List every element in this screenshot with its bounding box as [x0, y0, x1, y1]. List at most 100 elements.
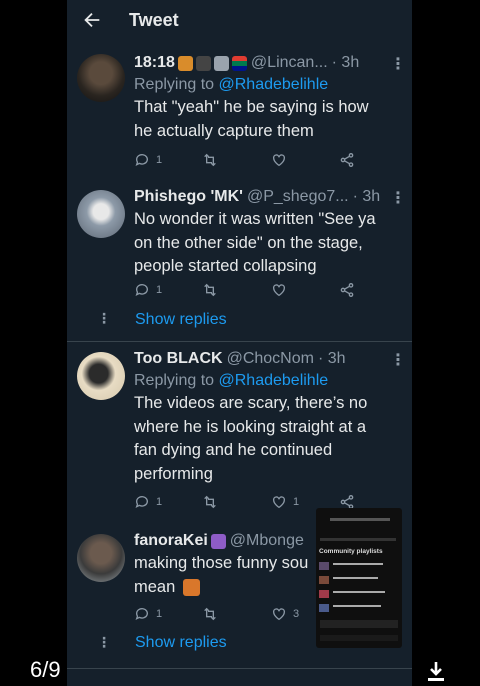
divider — [67, 668, 412, 669]
pip-bottom-nav — [320, 635, 398, 641]
pip-row-text — [333, 577, 378, 579]
replying-to-handle[interactable]: @Rhadebelihle — [219, 76, 329, 93]
like-button[interactable] — [271, 282, 287, 298]
reply-count: 1 — [156, 284, 163, 296]
show-replies-link[interactable]: Show replies — [135, 311, 227, 329]
page-title: Tweet — [129, 9, 179, 30]
reply-icon — [135, 154, 148, 166]
pip-heading: Community playlists — [319, 548, 383, 555]
replying-to: Replying to @Rhadebelihle — [134, 74, 404, 96]
thread-dots-icon: ⋮ — [97, 634, 111, 650]
tweet-actions: 1 — [134, 152, 374, 174]
tweet-header: Phishego 'MK' @P_shego7... · 3h — [134, 186, 404, 208]
heart-icon — [273, 608, 285, 621]
replying-to: Replying to @Rhadebelihle — [134, 370, 404, 392]
pip-thumbnail — [319, 562, 329, 570]
retweet-icon — [204, 607, 216, 621]
reply-icon — [135, 608, 148, 620]
heart-icon — [273, 154, 285, 167]
tweet-actions: 1 — [134, 282, 374, 304]
tweet-1[interactable]: 18:18 @Lincan... · 3h ⋮ Replying to @Rha… — [67, 52, 412, 180]
pip-thumbnail — [319, 576, 329, 584]
avatar[interactable] — [77, 190, 125, 238]
pisces-emoji-icon — [210, 533, 226, 549]
replying-prefix: Replying to — [134, 76, 215, 93]
pip-tabs — [320, 538, 396, 541]
divider — [67, 341, 412, 342]
more-dots-icon[interactable]: ⋮ — [390, 188, 406, 208]
share-button[interactable] — [339, 282, 355, 298]
top-bar: Tweet — [67, 0, 412, 40]
share-icon — [340, 283, 354, 297]
download-icon[interactable] — [426, 660, 446, 682]
display-name[interactable]: fanoraKei — [134, 530, 208, 552]
heart-icon — [273, 284, 285, 297]
display-name[interactable]: Too BLACK — [134, 348, 223, 370]
reply-button[interactable]: 1 — [134, 282, 162, 298]
pip-thumbnail — [319, 604, 329, 612]
timestamp: · 3h — [352, 188, 381, 205]
display-name[interactable]: 18:18 — [134, 52, 175, 74]
more-dots-icon[interactable]: ⋮ — [390, 54, 406, 74]
tweet-header: 18:18 @Lincan... · 3h — [134, 52, 404, 74]
retweet-button[interactable] — [202, 152, 218, 168]
reply-icon — [135, 496, 148, 508]
handle[interactable]: @Mbonge — [230, 530, 304, 552]
retweet-icon — [204, 283, 216, 297]
timestamp: · 3h — [317, 350, 346, 367]
handle[interactable]: @P_shego7... — [247, 186, 349, 208]
retweet-icon — [204, 153, 216, 167]
avatar[interactable] — [77, 352, 125, 400]
image-counter: 6/9 — [30, 657, 61, 682]
retweet-button[interactable] — [202, 494, 218, 510]
retweet-button[interactable] — [202, 606, 218, 622]
tweet-3[interactable]: Too BLACK @ChocNom · 3h ⋮ Replying to @R… — [67, 348, 412, 518]
back-arrow-icon[interactable] — [81, 9, 103, 31]
replying-to-handle[interactable]: @Rhadebelihle — [219, 372, 329, 389]
share-button[interactable] — [339, 152, 355, 168]
like-count: 3 — [293, 608, 300, 620]
tweet-2[interactable]: Phishego 'MK' @P_shego7... · 3h ⋮ No won… — [67, 186, 412, 336]
display-name[interactable]: Phishego 'MK' — [134, 186, 243, 208]
retweet-button[interactable] — [202, 282, 218, 298]
more-dots-icon[interactable]: ⋮ — [390, 350, 406, 370]
pip-top-text — [330, 518, 390, 521]
reply-count: 1 — [156, 154, 163, 166]
pip-row-text — [333, 563, 383, 565]
reply-count: 1 — [156, 496, 163, 508]
like-count: 1 — [293, 496, 300, 508]
pip-row-text — [333, 605, 381, 607]
avatar[interactable] — [77, 54, 125, 102]
show-replies-link[interactable]: Show replies — [135, 634, 227, 652]
tweet-text: No wonder it was written "See ya on the … — [134, 210, 376, 275]
timestamp: · 3h — [331, 54, 360, 71]
like-button[interactable]: 3 — [271, 606, 299, 622]
handle[interactable]: @Lincan... — [251, 52, 328, 74]
reply-icon — [135, 284, 148, 296]
bird-emoji-icon — [195, 55, 211, 71]
reply-button[interactable]: 1 — [134, 152, 162, 168]
tweet-text: The videos are scary, there’s no where h… — [134, 394, 368, 483]
retweet-icon — [204, 495, 216, 509]
replying-prefix: Replying to — [134, 372, 215, 389]
like-button[interactable]: 1 — [271, 494, 299, 510]
south-africa-flag-icon — [231, 55, 247, 71]
tweet-text-content: making those funny sou mean — [134, 554, 309, 596]
heart-icon — [273, 496, 285, 509]
tweet-header: Too BLACK @ChocNom · 3h — [134, 348, 404, 370]
handle[interactable]: @ChocNom — [227, 348, 314, 370]
person-shrugging-emoji-icon — [182, 578, 200, 596]
pip-row-text — [333, 591, 385, 593]
pip-thumbnail — [319, 590, 329, 598]
like-button[interactable] — [271, 152, 287, 168]
picture-in-picture-window[interactable]: Community playlists — [316, 508, 402, 648]
reply-button[interactable]: 1 — [134, 494, 162, 510]
share-icon — [340, 153, 354, 167]
reply-button[interactable]: 1 — [134, 606, 162, 622]
lion-emoji-icon — [177, 55, 193, 71]
pip-mini-player — [320, 620, 398, 628]
avatar[interactable] — [77, 534, 125, 582]
thread-dots-icon: ⋮ — [97, 310, 111, 326]
elephant-emoji-icon — [213, 55, 229, 71]
reply-count: 1 — [156, 608, 163, 620]
